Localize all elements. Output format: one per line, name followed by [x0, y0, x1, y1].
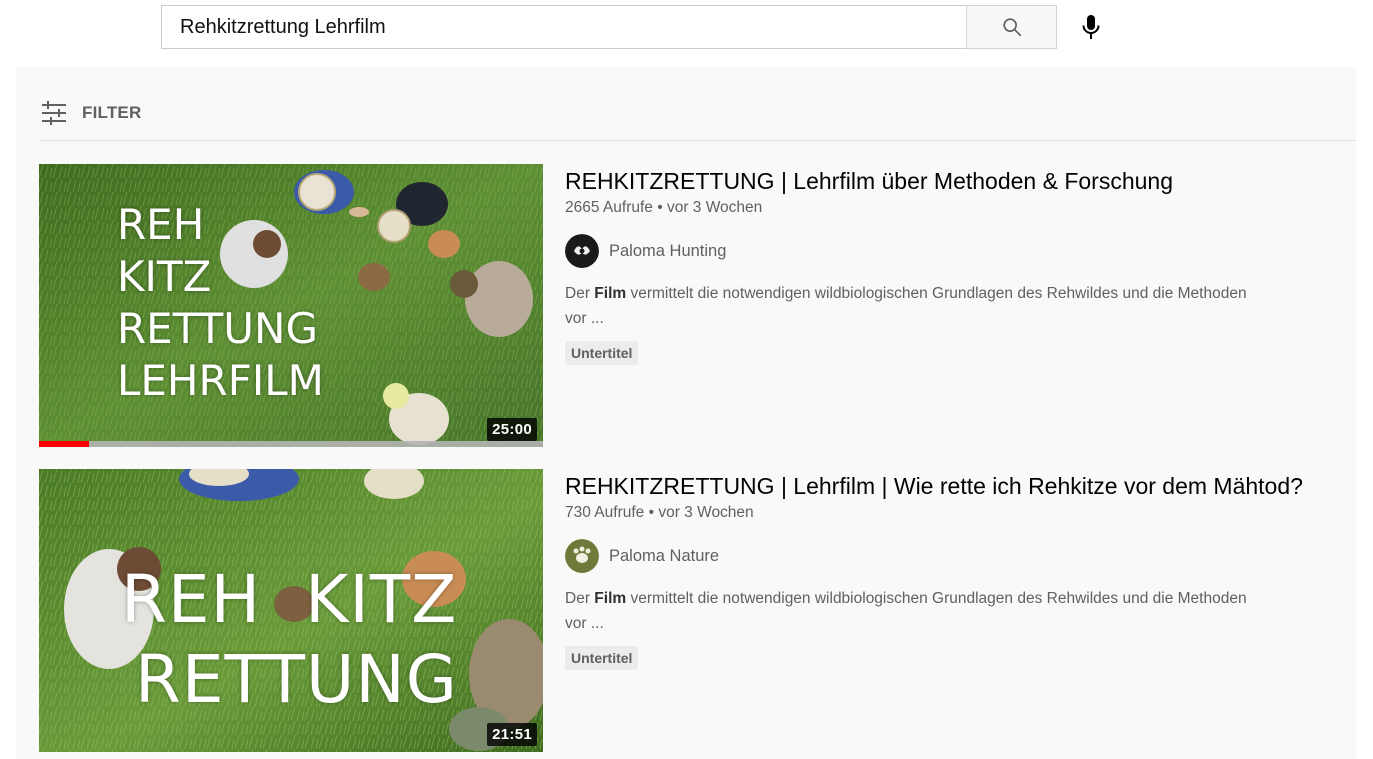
search-icon [1002, 18, 1021, 37]
description-text: Der [565, 285, 595, 302]
video-info: REHKITZRETTUNG | Lehrfilm über Methoden … [565, 164, 1356, 365]
channel-name: Paloma Hunting [609, 241, 727, 260]
thumbnail-title-line: REH KITZ [121, 561, 458, 638]
video-title-link[interactable]: REHKITZRETTUNG | Lehrfilm über Methoden … [565, 166, 1356, 196]
video-thumbnail[interactable]: REH KITZ RETTUNG LEHRFILM 25:00 [39, 164, 543, 447]
video-duration: 21:51 [487, 723, 537, 746]
thumbnail-title-line: RETTUNG [117, 304, 318, 353]
masthead [0, 0, 1373, 58]
filter-button[interactable]: FILTER [40, 97, 141, 129]
video-description: Der Film vermittelt die notwendigen wild… [565, 586, 1355, 636]
channel-link[interactable]: Paloma Nature [565, 538, 1356, 574]
watch-progress-fill [39, 441, 90, 447]
description-line: Der Film vermittelt die notwendigen wild… [565, 586, 1355, 611]
thumbnail-title-line: KITZ [117, 252, 212, 301]
channel-name: Paloma Nature [609, 546, 720, 565]
video-title-link[interactable]: REHKITZRETTUNG | Lehrfilm | Wie rette ic… [565, 471, 1356, 501]
microphone-icon [1082, 15, 1100, 39]
watch-progress-bar [39, 441, 543, 447]
description-line: vor ... [565, 310, 604, 327]
subtitles-badge: Untertitel [565, 646, 639, 670]
results-panel: FILTER REH KITZ RETTUNG LEHRFILM 25:00 R… [16, 67, 1356, 759]
video-info: REHKITZRETTUNG | Lehrfilm | Wie rette ic… [565, 469, 1356, 670]
search-box[interactable] [161, 5, 967, 49]
description-line: Der Film vermittelt die notwendigen wild… [565, 281, 1355, 306]
video-result: REH KITZ RETTUNG 21:51 REHKITZRETTUNG | … [39, 469, 1356, 753]
description-text: vermittelt die notwendigen wildbiologisc… [626, 590, 1247, 607]
description-line: vor ... [565, 615, 604, 632]
voice-search-button[interactable] [1072, 8, 1110, 46]
divider [39, 140, 1356, 141]
channel-logo-icon [565, 234, 599, 268]
thumbnail-title-line: REH [117, 200, 205, 249]
thumbnail-title-line: LEHRFILM [117, 356, 324, 405]
description-text: vermittelt die notwendigen wildbiologisc… [626, 285, 1247, 302]
video-thumbnail[interactable]: REH KITZ RETTUNG 21:51 [39, 469, 543, 752]
search-input[interactable] [180, 6, 967, 48]
channel-logo-icon [565, 539, 599, 573]
thumbnail-title-line: RETTUNG [135, 641, 458, 718]
filter-sliders-icon [42, 101, 66, 125]
video-result: REH KITZ RETTUNG LEHRFILM 25:00 REHKITZR… [39, 164, 1356, 448]
description-text: Der [565, 590, 595, 607]
channel-link[interactable]: Paloma Hunting [565, 233, 1356, 269]
video-description: Der Film vermittelt die notwendigen wild… [565, 281, 1355, 331]
video-duration: 25:00 [487, 418, 537, 441]
avatar [565, 539, 599, 573]
avatar [565, 234, 599, 268]
description-highlight: Film [594, 590, 627, 607]
description-highlight: Film [594, 285, 627, 302]
subtitles-badge: Untertitel [565, 341, 639, 365]
video-meta: 2665 Aufrufe • vor 3 Wochen [565, 199, 763, 216]
filter-label: FILTER [82, 103, 142, 122]
search-button[interactable] [966, 5, 1057, 49]
video-meta: 730 Aufrufe • vor 3 Wochen [565, 504, 754, 521]
